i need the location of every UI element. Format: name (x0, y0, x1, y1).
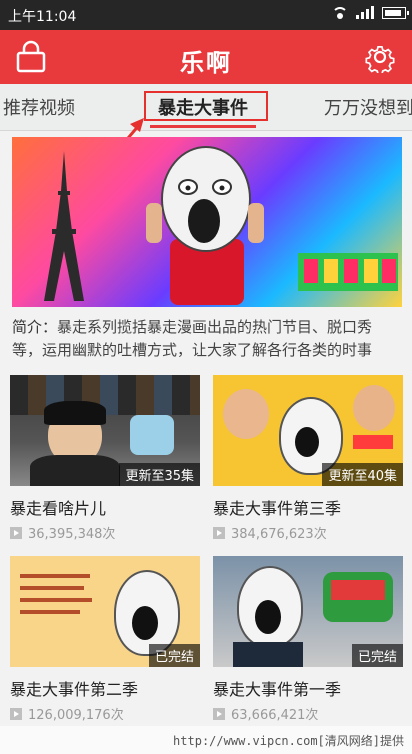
video-thumbnail: 已完结 (213, 556, 403, 667)
wifi-icon (332, 6, 348, 19)
video-title: 暴走大事件第一季 (213, 680, 342, 699)
video-card[interactable]: 更新至40集 暴走大事件第三季 384,676,623次 (213, 375, 403, 545)
tab-recommended[interactable]: 推荐视频 (3, 94, 75, 120)
status-badge: 已完结 (148, 644, 200, 667)
mascot-image (146, 146, 264, 305)
app-title: 乐啊 (180, 49, 232, 77)
play-count: 36,395,348次 (10, 523, 115, 542)
play-count-icon (10, 707, 22, 720)
play-count: 126,009,176次 (10, 704, 124, 723)
video-title: 暴走大事件第三季 (213, 499, 342, 518)
signal-icon (356, 6, 374, 19)
episode-badge: 更新至40集 (322, 463, 403, 486)
watermark-text: http://www.vipcn.com[清风网络]提供 (173, 734, 404, 748)
video-title: 暴走看啥片儿 (10, 499, 107, 518)
episode-badge: 更新至35集 (119, 463, 200, 486)
intro-label: 简介： (12, 318, 58, 336)
video-card[interactable]: 已完结 暴走大事件第二季 126,009,176次 (10, 556, 200, 726)
active-tab-indicator (150, 125, 256, 128)
status-time: 上午11:04 (8, 9, 77, 25)
gear-icon[interactable] (364, 41, 396, 73)
featured-banner[interactable] (12, 137, 402, 307)
play-count-text: 126,009,176次 (28, 708, 124, 723)
video-thumbnail: 已完结 (10, 556, 200, 667)
status-bar: 上午11:04 (0, 0, 412, 30)
video-title: 暴走大事件第二季 (10, 680, 139, 699)
video-card[interactable]: 已完结 暴走大事件第一季 63,666,421次 (213, 556, 403, 726)
intro-text: 暴走系列揽括暴走漫画出品的热门节目、脱口秀等，运用幽默的吐槽方式，让大家了解各行… (12, 318, 373, 359)
annotation-highlight-box (144, 91, 268, 121)
video-thumbnail: 更新至40集 (213, 375, 403, 486)
play-count: 384,676,623次 (213, 523, 327, 542)
status-badge: 已完结 (351, 644, 403, 667)
battery-icon (382, 6, 409, 19)
play-count-text: 36,395,348次 (28, 527, 116, 542)
video-card[interactable]: 更新至35集 暴走看啥片儿 36,395,348次 (10, 375, 200, 545)
play-count-icon (213, 707, 225, 720)
eiffel-tower-image (44, 151, 84, 301)
tab-unexpected[interactable]: 万万没想到 (324, 94, 412, 120)
play-count-text: 63,666,421次 (231, 708, 319, 723)
banner-blocks-image (298, 253, 398, 291)
play-count-icon (213, 526, 225, 539)
play-count-icon (10, 526, 22, 539)
play-count-text: 384,676,623次 (231, 527, 327, 542)
app-header: 乐啊 (0, 30, 412, 84)
play-count: 63,666,421次 (213, 704, 318, 723)
video-thumbnail: 更新至35集 (10, 375, 200, 486)
phone-screen: 上午11:04 乐啊 推荐视频 暴走大事件 万万没想到 简介：暴走系列揽括暴走漫… (0, 0, 412, 754)
banner-intro: 简介：暴走系列揽括暴走漫画出品的热门节目、脱口秀等，运用幽默的吐槽方式，让大家了… (12, 316, 402, 362)
